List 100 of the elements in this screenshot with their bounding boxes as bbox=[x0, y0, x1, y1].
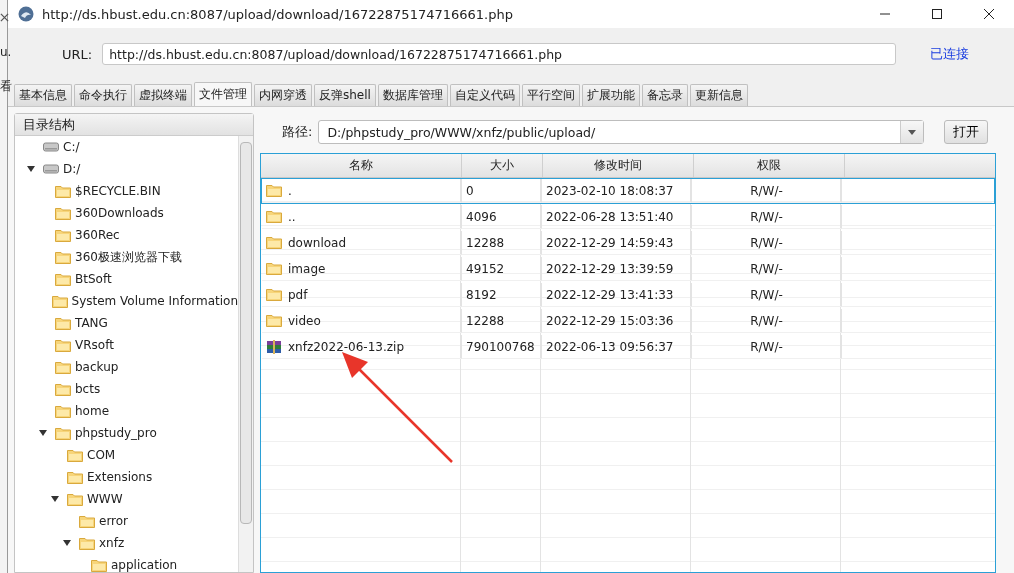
modified-time: 2022-12-29 14:59:43 bbox=[546, 235, 674, 250]
expand-arrow-icon[interactable] bbox=[51, 496, 59, 502]
tab[interactable]: 更新信息 bbox=[689, 84, 748, 106]
url-label: URL: bbox=[62, 46, 93, 62]
tab[interactable]: 内网穿透 bbox=[254, 84, 312, 106]
tab[interactable]: 命令执行 bbox=[74, 84, 132, 106]
file-size: 4096 bbox=[466, 209, 497, 224]
table-row[interactable]: download 12288 2022-12-29 14:59:43 R/W/- bbox=[261, 230, 995, 256]
tab[interactable]: 扩展功能 bbox=[581, 84, 640, 106]
close-icon[interactable] bbox=[0, 13, 9, 22]
file-name: download bbox=[288, 235, 347, 250]
tab[interactable]: 反弹shell bbox=[314, 84, 376, 106]
tab[interactable]: 数据库管理 bbox=[377, 84, 448, 106]
tree-item[interactable]: COM bbox=[87, 448, 116, 462]
tree-item[interactable]: home bbox=[75, 404, 110, 418]
folder-icon bbox=[266, 236, 282, 249]
drive-icon bbox=[43, 142, 59, 152]
window-title: http://ds.hbust.edu.cn:8087/upload/download/16722875174716661.php bbox=[42, 6, 514, 22]
modified-time: 2022-12-29 13:39:59 bbox=[546, 261, 674, 276]
folder-icon bbox=[55, 426, 71, 440]
folder-icon bbox=[266, 210, 282, 223]
file-size: 0 bbox=[466, 183, 474, 198]
folder-icon bbox=[266, 314, 282, 327]
folder-icon bbox=[55, 250, 71, 264]
file-name: image bbox=[288, 261, 326, 276]
permission: R/W/- bbox=[750, 261, 783, 276]
table-row[interactable]: . 0 2023-02-10 18:08:37 R/W/- bbox=[261, 178, 995, 204]
column-header[interactable]: 权限 bbox=[694, 154, 845, 177]
file-size: 12288 bbox=[466, 313, 505, 328]
tree-item[interactable]: error bbox=[99, 514, 129, 528]
file-name: xnfz2022-06-13.zip bbox=[288, 339, 405, 354]
tree-item[interactable]: WWW bbox=[87, 492, 123, 506]
connection-status: 已连接 bbox=[930, 45, 970, 63]
modified-time: 2022-12-29 15:03:36 bbox=[546, 313, 674, 328]
expand-arrow-icon[interactable] bbox=[27, 166, 35, 172]
permission: R/W/- bbox=[750, 235, 783, 250]
tab[interactable]: 自定义代码 bbox=[449, 84, 520, 106]
tree-item[interactable]: 360Rec bbox=[75, 228, 120, 242]
tab[interactable]: 基本信息 bbox=[14, 84, 72, 106]
path-combobox[interactable]: D:/phpstudy_pro/WWW/xnfz/public/upload/ bbox=[318, 120, 925, 144]
tab[interactable]: 文件管理 bbox=[194, 82, 252, 106]
open-button[interactable]: 打开 bbox=[944, 120, 989, 144]
tab[interactable]: 虚拟终端 bbox=[134, 84, 192, 106]
folder-icon bbox=[55, 382, 71, 396]
folder-icon bbox=[55, 206, 71, 220]
archive-icon bbox=[266, 339, 282, 354]
dropdown-arrow-icon[interactable] bbox=[908, 129, 917, 135]
column-header[interactable]: 大小 bbox=[462, 154, 543, 177]
table-row[interactable]: pdf 8192 2022-12-29 13:41:33 R/W/- bbox=[261, 282, 995, 308]
expand-arrow-icon[interactable] bbox=[63, 540, 71, 546]
scrollbar[interactable] bbox=[238, 136, 253, 572]
close-icon[interactable] bbox=[984, 9, 994, 19]
tree-item[interactable]: TANG bbox=[75, 316, 108, 330]
tree-item[interactable]: C:/ bbox=[63, 140, 80, 154]
table-row[interactable]: .. 4096 2022-06-28 13:51:40 R/W/- bbox=[261, 204, 995, 230]
path-label: 路径: bbox=[282, 123, 313, 141]
tree-item[interactable]: System Volume Information bbox=[71, 294, 238, 308]
modified-time: 2022-06-28 13:51:40 bbox=[546, 209, 674, 224]
url-field[interactable]: http://ds.hbust.edu.cn:8087/upload/download/16722875174716661.php bbox=[102, 43, 897, 65]
file-size: 790100768 bbox=[466, 339, 535, 354]
folder-icon bbox=[266, 262, 282, 275]
drive-icon bbox=[43, 164, 59, 174]
tree-item[interactable]: VRsoft bbox=[75, 338, 114, 352]
file-name: pdf bbox=[288, 287, 308, 302]
app-logo-icon bbox=[18, 6, 34, 22]
expand-arrow-icon[interactable] bbox=[39, 430, 47, 436]
column-header[interactable]: 名称 bbox=[261, 154, 462, 177]
table-row[interactable]: xnfz2022-06-13.zip 790100768 2022-06-13 09:56:37 R/W/- bbox=[261, 334, 995, 360]
tree-item[interactable]: BtSoft bbox=[75, 272, 112, 286]
maximize-icon[interactable] bbox=[932, 9, 942, 19]
modified-time: 2022-06-13 09:56:37 bbox=[546, 339, 674, 354]
tree-item[interactable]: application bbox=[111, 558, 178, 572]
folder-icon bbox=[79, 536, 95, 550]
permission: R/W/- bbox=[750, 313, 783, 328]
tree-item[interactable]: phpstudy_pro bbox=[75, 426, 157, 440]
folder-icon bbox=[67, 492, 83, 506]
column-header[interactable]: 修改时间 bbox=[543, 154, 694, 177]
tab[interactable]: 平行空间 bbox=[521, 84, 580, 106]
file-name: . bbox=[288, 183, 292, 198]
table-row[interactable]: image 49152 2022-12-29 13:39:59 R/W/- bbox=[261, 256, 995, 282]
tree-item[interactable]: Extensions bbox=[87, 470, 153, 484]
file-size: 8192 bbox=[466, 287, 497, 302]
tree-item[interactable]: 360极速浏览器下载 bbox=[75, 248, 182, 266]
tree-item[interactable]: $RECYCLE.BIN bbox=[75, 184, 161, 198]
tree-item[interactable]: backup bbox=[75, 360, 119, 374]
file-name: video bbox=[288, 313, 321, 328]
folder-icon bbox=[67, 448, 83, 462]
table-row[interactable]: video 12288 2022-12-29 15:03:36 R/W/- bbox=[261, 308, 995, 334]
tab[interactable]: 备忘录 bbox=[641, 84, 688, 106]
folder-icon bbox=[79, 514, 95, 528]
tree-item[interactable]: 360Downloads bbox=[75, 206, 164, 220]
folder-icon bbox=[55, 272, 71, 286]
tree-item[interactable]: D:/ bbox=[63, 162, 81, 176]
tree-item[interactable]: xnfz bbox=[99, 536, 125, 550]
file-name: .. bbox=[288, 209, 296, 224]
folder-icon bbox=[55, 338, 71, 352]
folder-icon bbox=[67, 470, 83, 484]
tree-item[interactable]: bcts bbox=[75, 382, 101, 396]
permission: R/W/- bbox=[750, 209, 783, 224]
permission: R/W/- bbox=[750, 183, 783, 198]
